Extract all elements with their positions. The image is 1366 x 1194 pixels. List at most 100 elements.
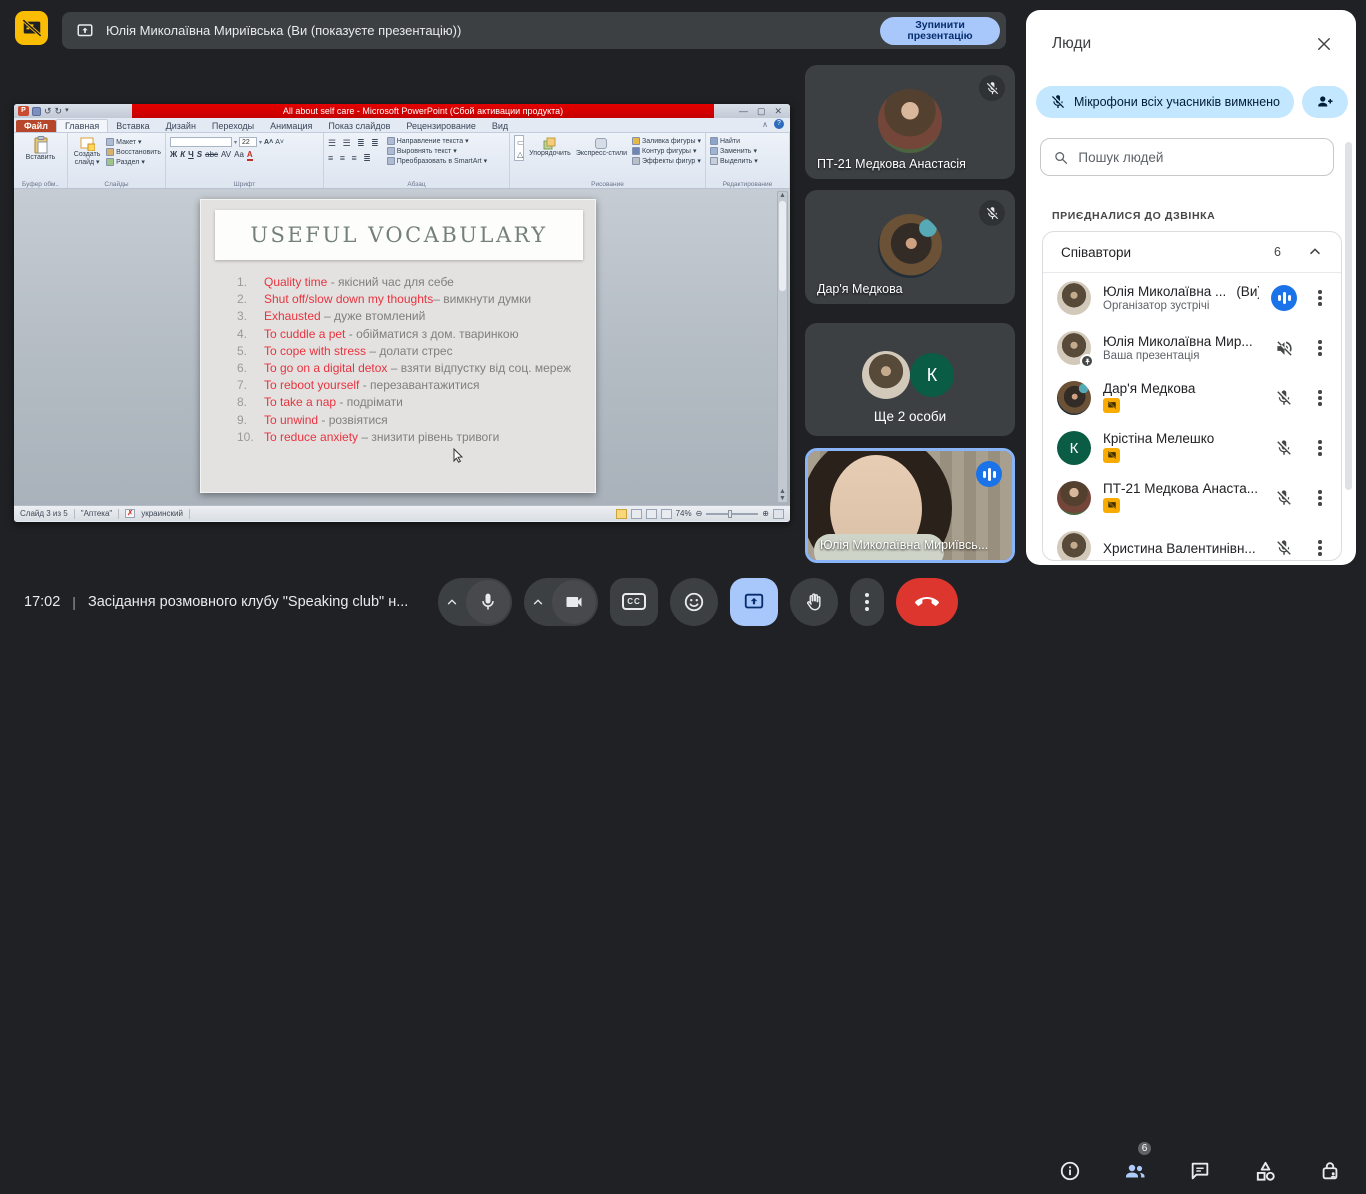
tab-home[interactable]: Главная [56,119,108,132]
minimize-icon[interactable]: — [739,106,748,116]
more-options-button[interactable] [1309,336,1331,360]
raise-hand-button[interactable] [790,578,838,626]
reset-button[interactable]: Восстановить [106,148,161,156]
zoom-in-icon[interactable]: ⊕ [762,509,769,518]
zoom-slider-thumb[interactable] [728,510,732,518]
new-slide-button[interactable]: Создатьслайд ▾ [72,135,102,177]
section-button[interactable]: Раздел ▾ [106,158,161,166]
participant-row[interactable]: Юлія Миколаївна ...(Ви) Організатор зуст… [1043,273,1341,323]
align-text-button[interactable]: Выровнять текст ▾ [387,147,487,155]
tab-insert[interactable]: Вставка [108,120,157,132]
minimize-ribbon-icon[interactable]: ∧ [762,120,768,129]
more-options-button[interactable] [1309,386,1331,410]
grow-font-button[interactable]: A˄ [264,139,273,146]
change-case-button[interactable]: Aa [234,150,244,161]
qat-dropdown-icon[interactable]: ▾ [65,106,69,116]
scrollbar-thumb[interactable] [779,201,786,291]
font-size-box[interactable]: 22 [239,137,257,147]
arrange-button[interactable]: Упорядочить [529,135,571,177]
participant-row[interactable]: Юлія Миколаївна Мир... Ваша презентація [1043,323,1341,373]
camera-options-chevron[interactable] [524,595,552,609]
more-options-button[interactable] [850,578,884,626]
smartart-button[interactable]: Преобразовать в SmartArt ▾ [387,157,487,165]
activities-button[interactable] [1243,1148,1287,1194]
sorter-view-button[interactable] [631,509,642,519]
search-people-box[interactable] [1040,138,1334,176]
tab-review[interactable]: Рецензирование [398,120,484,132]
more-options-button[interactable] [1309,486,1331,510]
fit-window-button[interactable] [773,509,784,519]
captions-button[interactable]: CC [610,578,658,626]
add-people-button[interactable] [1302,86,1348,118]
maximize-icon[interactable]: ▢ [757,106,766,117]
more-options-button[interactable] [1309,436,1331,460]
replace-button[interactable]: Заменить ▾ [710,147,785,155]
camera-button[interactable] [552,580,596,624]
font-color-button[interactable]: A [247,150,253,161]
char-spacing-button[interactable]: AV [221,150,231,161]
select-button[interactable]: Выделить ▾ [710,157,785,165]
zoom-slider[interactable] [706,513,758,515]
layout-button[interactable]: Макет ▾ [106,138,161,146]
leave-call-button[interactable] [896,578,958,626]
tab-design[interactable]: Дизайн [158,120,204,132]
close-icon[interactable]: ✕ [774,106,782,117]
tab-animation[interactable]: Анимация [262,120,320,132]
mic-options-chevron[interactable] [438,595,466,609]
more-options-button[interactable] [1309,536,1331,560]
present-button[interactable] [730,578,778,626]
people-button[interactable]: 6 [1113,1148,1157,1194]
save-icon[interactable] [32,107,41,116]
align-buttons[interactable]: ≡ ≡ ≡ ≣ [328,153,381,164]
close-panel-button[interactable] [1312,32,1336,56]
reading-view-button[interactable] [646,509,657,519]
shadow-button[interactable]: S [197,150,202,161]
chevron-up-icon[interactable] [1307,244,1323,260]
prev-slide-icon[interactable]: ▲ [779,488,786,495]
shape-effects-button[interactable]: Эффекты фигур ▾ [632,157,701,165]
zoom-out-icon[interactable]: ⊖ [696,509,703,518]
video-tile-darya[interactable]: Дар'я Медкова [805,190,1015,304]
video-tile-self[interactable]: Юлія Миколаївна Мириївсь... [805,448,1015,563]
meeting-details-button[interactable] [1048,1148,1092,1194]
find-button[interactable]: Найти [710,137,785,145]
video-tile-overflow[interactable]: К Ще 2 особи [805,323,1015,436]
coauthors-header[interactable]: Співавтори 6 [1043,232,1341,273]
quick-styles-button[interactable]: Экспресс-стили [576,135,627,177]
shape-fill-button[interactable]: Заливка фигуры ▾ [632,137,701,145]
ppt-window-controls[interactable]: — ▢ ✕ [714,104,790,118]
redo-icon[interactable]: ↻ [55,106,63,116]
slideshow-view-button[interactable] [661,509,672,519]
help-icon[interactable]: ? [774,119,784,129]
participant-row[interactable]: Дар'я Медкова [1043,373,1341,423]
scroll-up-icon[interactable]: ▲ [779,192,786,199]
undo-icon[interactable]: ↺ [44,106,52,116]
tab-transitions[interactable]: Переходы [204,120,262,132]
video-tile-anastasia[interactable]: ПТ-21 Медкова Анастасія [805,65,1015,179]
shrink-font-button[interactable]: A˅ [275,139,284,146]
font-name-box[interactable] [170,137,232,147]
panel-scrollbar[interactable] [1345,142,1352,490]
reactions-button[interactable] [670,578,718,626]
italic-button[interactable]: К [180,150,185,161]
bold-button[interactable]: Ж [170,150,177,161]
spellcheck-icon[interactable]: ✗ [125,509,135,518]
participant-row[interactable]: К Крістіна Мелешко [1043,423,1341,473]
participant-row[interactable]: ПТ-21 Медкова Анаста... [1043,473,1341,523]
next-slide-icon[interactable]: ▼ [779,495,786,502]
search-people-input[interactable] [1078,150,1321,165]
tab-file[interactable]: Файл [16,120,56,132]
ppt-quick-access-toolbar[interactable]: P ↺ ↻ ▾ [14,104,132,118]
language-indicator[interactable]: украинский [141,509,183,518]
paste-button[interactable]: Вставить [18,136,63,161]
strikethrough-button[interactable]: abc [205,150,218,161]
ppt-vertical-scrollbar[interactable]: ▲ ▲ ▼ [777,191,788,503]
mute-all-button[interactable]: Мікрофони всіх учасників вимкнено [1036,86,1294,118]
mic-button[interactable] [466,580,510,624]
more-options-button[interactable] [1309,286,1331,310]
host-controls-button[interactable] [1308,1148,1352,1194]
chat-button[interactable] [1178,1148,1222,1194]
normal-view-button[interactable] [616,509,627,519]
stop-presentation-button[interactable]: Зупинити презентацію [880,17,1000,45]
underline-button[interactable]: Ч [188,150,194,161]
